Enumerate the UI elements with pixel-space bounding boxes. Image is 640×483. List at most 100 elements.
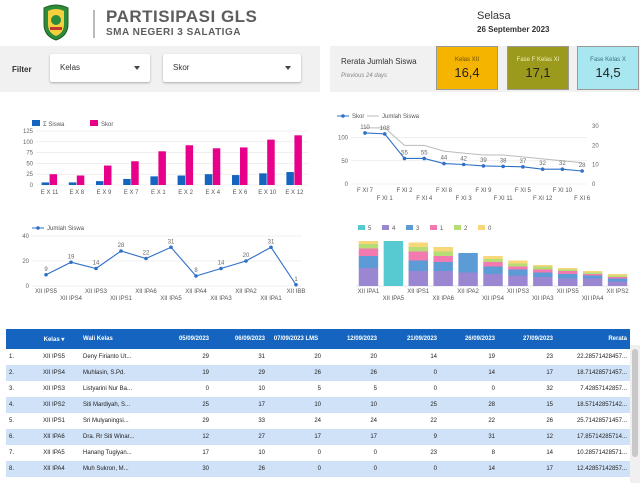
kpi-card-label: Fase F Kelas XI <box>516 57 560 63</box>
table-cell: 0 <box>324 461 380 477</box>
x-tick-label: E X 1 <box>151 190 166 196</box>
bar <box>41 182 50 185</box>
bar-segment <box>607 277 628 279</box>
data-label: 32 <box>539 161 546 167</box>
kelas-dropdown[interactable]: Kelas <box>50 54 150 82</box>
table-cell: 0 <box>156 381 212 397</box>
data-point <box>363 131 367 135</box>
table-cell: 12 <box>498 429 556 445</box>
table-row[interactable]: 3. XII IPS3 Listyarini Nur Ba... 0 10 5 5 0 0 32 7… <box>6 381 630 397</box>
table-cell: 0 <box>268 461 324 477</box>
legend-swatch <box>478 225 485 230</box>
table-row[interactable]: 4. XII IPS2 Siti Mardiyah, S... 25 17 10 10 25 2… <box>6 397 630 413</box>
kpi-card-kelas-xii: Kelas XII 16,4 <box>436 46 498 90</box>
table-cell: 29 <box>156 413 212 429</box>
chevron-down-icon <box>285 66 291 70</box>
chevron-down-icon <box>134 66 140 70</box>
column-header[interactable]: Wali Kelas <box>80 329 156 349</box>
data-point <box>422 156 427 161</box>
table-cell: 17 <box>324 429 380 445</box>
legend-swatch <box>358 225 365 230</box>
column-header[interactable]: 27/09/2023 <box>498 329 556 349</box>
y-tick-label: 0 <box>30 183 34 189</box>
x-tick-label: F XI 1 <box>377 196 394 202</box>
x-tick-label: XII IPS5 <box>35 289 58 295</box>
column-header[interactable]: Rerata <box>556 329 630 349</box>
table-cell: 8. <box>6 461 28 477</box>
table-cell: 10.28571428571... <box>556 445 630 461</box>
column-header[interactable]: 26/09/2023 <box>440 329 498 349</box>
table-cell: 23 <box>380 445 440 461</box>
y2-tick-label: 10 <box>592 163 599 169</box>
table-cell: 0 <box>324 445 380 461</box>
x-tick-label: E X 7 <box>124 190 139 196</box>
table-cell: 28 <box>440 397 498 413</box>
x-tick-label: F XI 6 <box>574 196 591 202</box>
bar-segment <box>582 272 603 274</box>
table-row[interactable]: 6. XII IPA6 Dra. Rr Siti Winar... 12 27 17 17 9… <box>6 429 630 445</box>
table-row[interactable]: 5. XII IPS1 Sri Mulyaningsi... 29 33 24 24 22 22… <box>6 413 630 429</box>
bar-segment <box>508 275 528 286</box>
bar <box>267 139 275 185</box>
table-cell: 12 <box>156 429 212 445</box>
column-header[interactable]: 05/09/2023 <box>156 329 212 349</box>
table-cell: 20 <box>268 349 324 365</box>
table-cell: 24 <box>268 413 324 429</box>
table-cell: Sri Mulyaningsi... <box>80 413 156 429</box>
kpi-card-label: Kelas XII <box>454 57 479 63</box>
table-row[interactable]: 2. XII IPS4 Muhlasin, S.Pd. 19 29 26 26 0 14 17 18… <box>6 365 630 381</box>
table-cell: 7. <box>6 445 28 461</box>
table-cell: 26 <box>212 461 268 477</box>
column-header[interactable]: 21/09/2023 <box>380 329 440 349</box>
table-cell: 23 <box>498 349 556 365</box>
legend-swatch <box>430 225 437 230</box>
kelas-dropdown-label: Kelas <box>60 63 81 72</box>
legend-label: 4 <box>392 226 396 232</box>
x-tick-label: XII IPA5 <box>160 296 182 302</box>
column-header-kelas[interactable]: Kelas ▾ <box>28 329 80 349</box>
data-label: 108 <box>380 126 391 132</box>
series-line-jumlah-siswa <box>45 246 297 286</box>
table-row[interactable]: 7. XII IPA5 Hanang Tugiyan... 17 10 0 0 23 8 14 10… <box>6 445 630 461</box>
legend-label: Skor <box>352 114 364 120</box>
table-cell: 25 <box>380 397 440 413</box>
bar-segment <box>433 256 453 262</box>
column-header[interactable]: 12/09/2023 <box>324 329 380 349</box>
data-point <box>402 156 407 161</box>
column-header[interactable]: 07/09/2023 LMS <box>268 329 324 349</box>
school-crest-icon <box>36 2 76 42</box>
table-row[interactable]: 8. XII IPA4 Muh Sukron, M... 30 26 0 0 0 14 17 12.… <box>6 461 630 477</box>
table-cell: Deny Firianto Ut... <box>80 349 156 365</box>
bar-segment <box>582 271 603 273</box>
legend-swatch <box>406 225 413 230</box>
table-cell: 6. <box>6 429 28 445</box>
bar <box>212 148 221 185</box>
bar-segment <box>408 251 428 261</box>
y-tick-label: 75 <box>26 151 33 157</box>
data-point <box>119 249 123 253</box>
y2-tick-label: 30 <box>592 124 599 130</box>
y-tick-label: 125 <box>23 129 34 135</box>
bar <box>185 145 194 185</box>
bar <box>240 147 248 185</box>
scrollbar-thumb[interactable] <box>632 349 638 457</box>
bar <box>232 175 240 185</box>
bar-segment <box>582 274 603 276</box>
bar-segment <box>408 271 428 286</box>
bar-segment <box>533 265 553 267</box>
table-cell: 2. <box>6 365 28 381</box>
table-cell: 9 <box>380 429 440 445</box>
skor-dropdown[interactable]: Skor <box>163 54 301 82</box>
table-cell: 17.85714285714... <box>556 429 630 445</box>
bar-segment <box>358 268 379 286</box>
y-tick-label: 40 <box>22 234 29 240</box>
column-header[interactable]: 06/09/2023 <box>212 329 268 349</box>
y-tick-label: 100 <box>338 136 349 142</box>
table-row[interactable]: 1. XII IPS5 Deny Firianto Ut... 29 31 20 20 14 1… <box>6 349 630 365</box>
bar <box>158 151 166 185</box>
x-tick-label: XII IPS4 <box>482 296 505 302</box>
table-scrollbar[interactable] <box>630 345 640 483</box>
bar-segment <box>483 259 503 262</box>
kpi-card-fase-kelas-x: Fase Kelas X 14,5 <box>577 46 639 90</box>
x-tick-label: E X 8 <box>69 190 84 196</box>
